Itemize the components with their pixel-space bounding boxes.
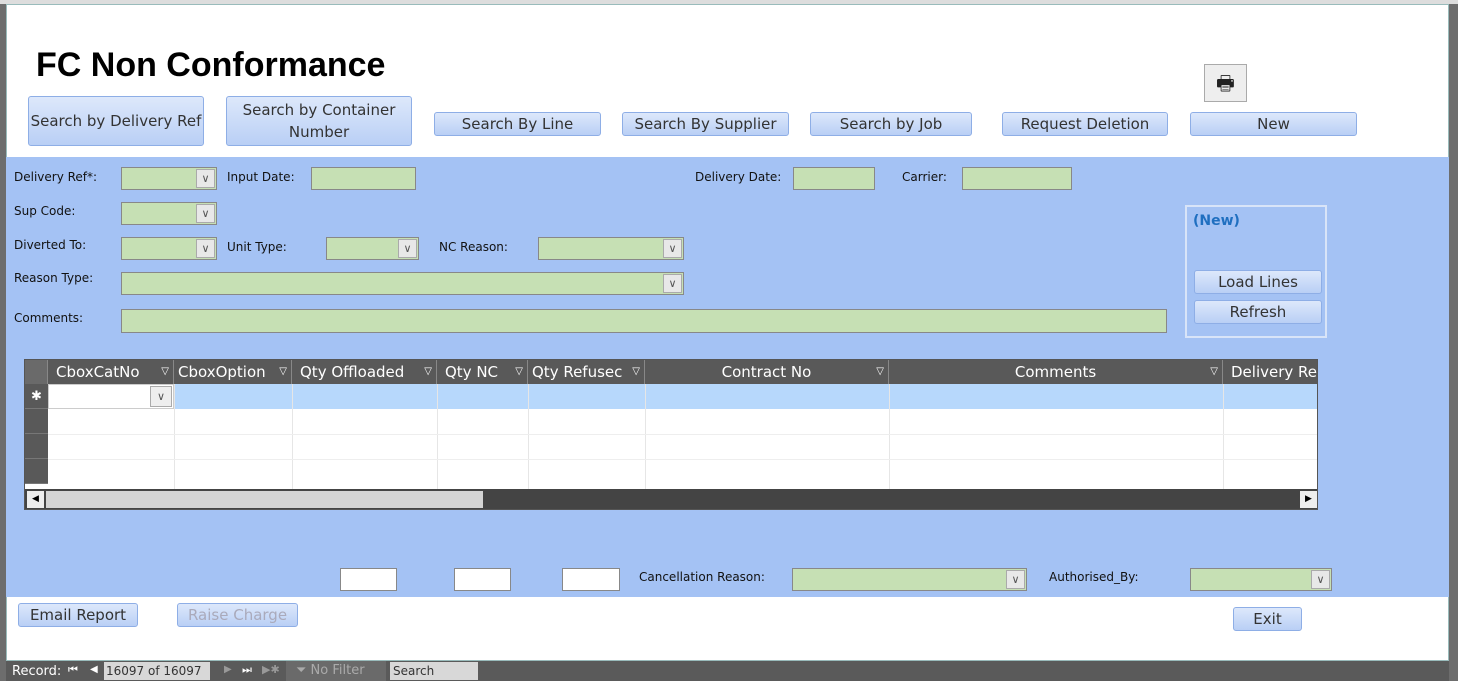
chevron-down-icon[interactable]: ∨	[1311, 570, 1330, 589]
new-record-row[interactable]	[48, 384, 1317, 409]
total-qty-offloaded-field[interactable]	[340, 568, 397, 591]
column-label: Delivery Re	[1231, 363, 1318, 381]
chevron-down-icon[interactable]: ∨	[663, 274, 682, 293]
chevron-down-icon[interactable]: ∨	[1006, 570, 1025, 589]
current-record-field[interactable]: 16097 of 16097	[104, 662, 210, 680]
sort-arrow-icon[interactable]: ▽	[1210, 360, 1218, 384]
next-record-icon[interactable]: ▶	[224, 664, 232, 675]
diverted-to-combo[interactable]: ∨	[121, 237, 217, 260]
new-row-selector[interactable]: ✱	[25, 384, 48, 409]
select-all-corner[interactable]	[25, 360, 48, 384]
diverted-to-label: Diverted To:	[14, 238, 87, 252]
authorised-by-label: Authorised_By:	[1049, 570, 1139, 584]
search-by-job-button[interactable]: Search by Job	[810, 112, 972, 136]
reason-type-combo[interactable]: ∨	[121, 272, 684, 295]
lines-datasheet: CboxCatNo ▽ CboxOption ▽ Qty Offloaded ▽ Qt…	[24, 359, 1318, 510]
column-label: Comments	[1014, 363, 1097, 381]
search-by-line-button[interactable]: Search By Line	[434, 112, 601, 136]
column-header-contract-no[interactable]: Contract No ▽	[645, 360, 889, 384]
column-header-qty-offloaded[interactable]: Qty Offloaded ▽	[292, 360, 437, 384]
column-header-cboxoption[interactable]: CboxOption ▽	[174, 360, 292, 384]
carrier-field[interactable]	[962, 167, 1072, 190]
sup-code-combo[interactable]: ∨	[121, 202, 217, 225]
authorised-by-combo[interactable]: ∨	[1190, 568, 1332, 591]
form-title: FC Non Conformance	[36, 46, 386, 84]
unit-type-combo[interactable]: ∨	[326, 237, 419, 260]
new-record-icon[interactable]: ▶✱	[262, 663, 280, 676]
chevron-down-icon[interactable]: ∨	[398, 239, 417, 258]
chevron-down-icon[interactable]: ∨	[663, 239, 682, 258]
delivery-date-field[interactable]	[793, 167, 875, 190]
refresh-button[interactable]: Refresh	[1194, 300, 1322, 324]
unit-type-label: Unit Type:	[227, 240, 287, 254]
column-header-cboxcatno[interactable]: CboxCatNo ▽	[48, 360, 174, 384]
scroll-left-icon[interactable]: ◀	[27, 491, 44, 508]
column-label: CboxCatNo	[56, 363, 140, 381]
record-state-label: (New)	[1193, 213, 1240, 229]
row-selector[interactable]	[25, 459, 48, 484]
search-input[interactable]: Search	[390, 662, 478, 680]
sort-arrow-icon[interactable]: ▽	[876, 360, 884, 384]
column-label: Qty Refusec	[532, 363, 623, 381]
total-qty-refused-field[interactable]	[562, 568, 620, 591]
chevron-down-icon[interactable]: ∨	[196, 169, 215, 188]
row-selector[interactable]	[25, 434, 48, 459]
nc-reason-label: NC Reason:	[439, 240, 508, 254]
raise-charge-button: Raise Charge	[177, 603, 298, 627]
print-button[interactable]: 🖶	[1204, 64, 1247, 102]
comments-field[interactable]	[121, 309, 1167, 333]
sort-arrow-icon[interactable]: ▽	[632, 360, 640, 384]
chevron-down-icon[interactable]: ∨	[196, 239, 215, 258]
search-by-container-button[interactable]: Search by Container Number	[226, 96, 412, 146]
sort-arrow-icon[interactable]: ▽	[279, 360, 287, 384]
cancellation-reason-combo[interactable]: ∨	[792, 568, 1027, 591]
chevron-down-icon[interactable]: ∨	[150, 386, 172, 407]
first-record-icon[interactable]: ⏮	[68, 663, 78, 677]
column-label: Contract No	[721, 363, 812, 381]
search-by-supplier-button[interactable]: Search By Supplier	[622, 112, 789, 136]
row-selector[interactable]	[25, 409, 48, 434]
email-report-button[interactable]: Email Report	[18, 603, 138, 627]
previous-record-icon[interactable]: ◀	[90, 664, 98, 675]
filter-icon: ⏷	[296, 663, 311, 678]
column-label: Qty NC	[445, 363, 499, 381]
delivery-ref-combo[interactable]: ∨	[121, 167, 217, 190]
comments-label: Comments:	[14, 311, 84, 325]
chevron-down-icon[interactable]: ∨	[196, 204, 215, 223]
sort-arrow-icon[interactable]: ▽	[424, 360, 432, 384]
filter-toggle[interactable]: ⏷ No Filter	[286, 661, 386, 681]
nc-reason-combo[interactable]: ∨	[538, 237, 684, 260]
delivery-date-label: Delivery Date:	[695, 170, 782, 184]
record-label: Record:	[12, 664, 62, 679]
delivery-ref-label: Delivery Ref*:	[14, 170, 98, 184]
scroll-right-icon[interactable]: ▶	[1300, 491, 1317, 508]
scrollbar-thumb[interactable]	[46, 491, 483, 508]
record-navigation-bar: Record: ⏮ ◀ 16097 of 16097 ▶ ⏭ ▶✱ ⏷ No F…	[6, 661, 1449, 681]
printer-icon: 🖶	[1216, 71, 1235, 95]
horizontal-scrollbar[interactable]: ◀ ▶	[25, 489, 1317, 509]
column-header-qty-nc[interactable]: Qty NC ▽	[437, 360, 528, 384]
column-header-comments[interactable]: Comments ▽	[889, 360, 1223, 384]
sort-arrow-icon[interactable]: ▽	[161, 360, 169, 384]
search-by-delivery-ref-button[interactable]: Search by Delivery Ref	[28, 96, 204, 146]
column-header-delivery-ref[interactable]: Delivery Re	[1223, 360, 1318, 384]
reason-type-label: Reason Type:	[14, 271, 94, 285]
column-label: CboxOption	[178, 363, 266, 381]
cboxcatno-combo[interactable]: ∨	[48, 384, 174, 409]
input-date-label: Input Date:	[227, 170, 295, 184]
new-button[interactable]: New	[1190, 112, 1357, 136]
load-lines-button[interactable]: Load Lines	[1194, 270, 1322, 294]
filter-label: No Filter	[310, 663, 365, 678]
exit-button[interactable]: Exit	[1233, 607, 1302, 631]
input-date-field[interactable]	[311, 167, 416, 190]
sup-code-label: Sup Code:	[14, 204, 76, 218]
sort-arrow-icon[interactable]: ▽	[515, 360, 523, 384]
cancellation-reason-label: Cancellation Reason:	[639, 570, 765, 584]
column-label: Qty Offloaded	[300, 363, 405, 381]
carrier-label: Carrier:	[902, 170, 947, 184]
last-record-icon[interactable]: ⏭	[242, 663, 252, 677]
column-header-qty-refused[interactable]: Qty Refusec ▽	[528, 360, 645, 384]
request-deletion-button[interactable]: Request Deletion	[1002, 112, 1168, 136]
total-qty-nc-field[interactable]	[454, 568, 511, 591]
